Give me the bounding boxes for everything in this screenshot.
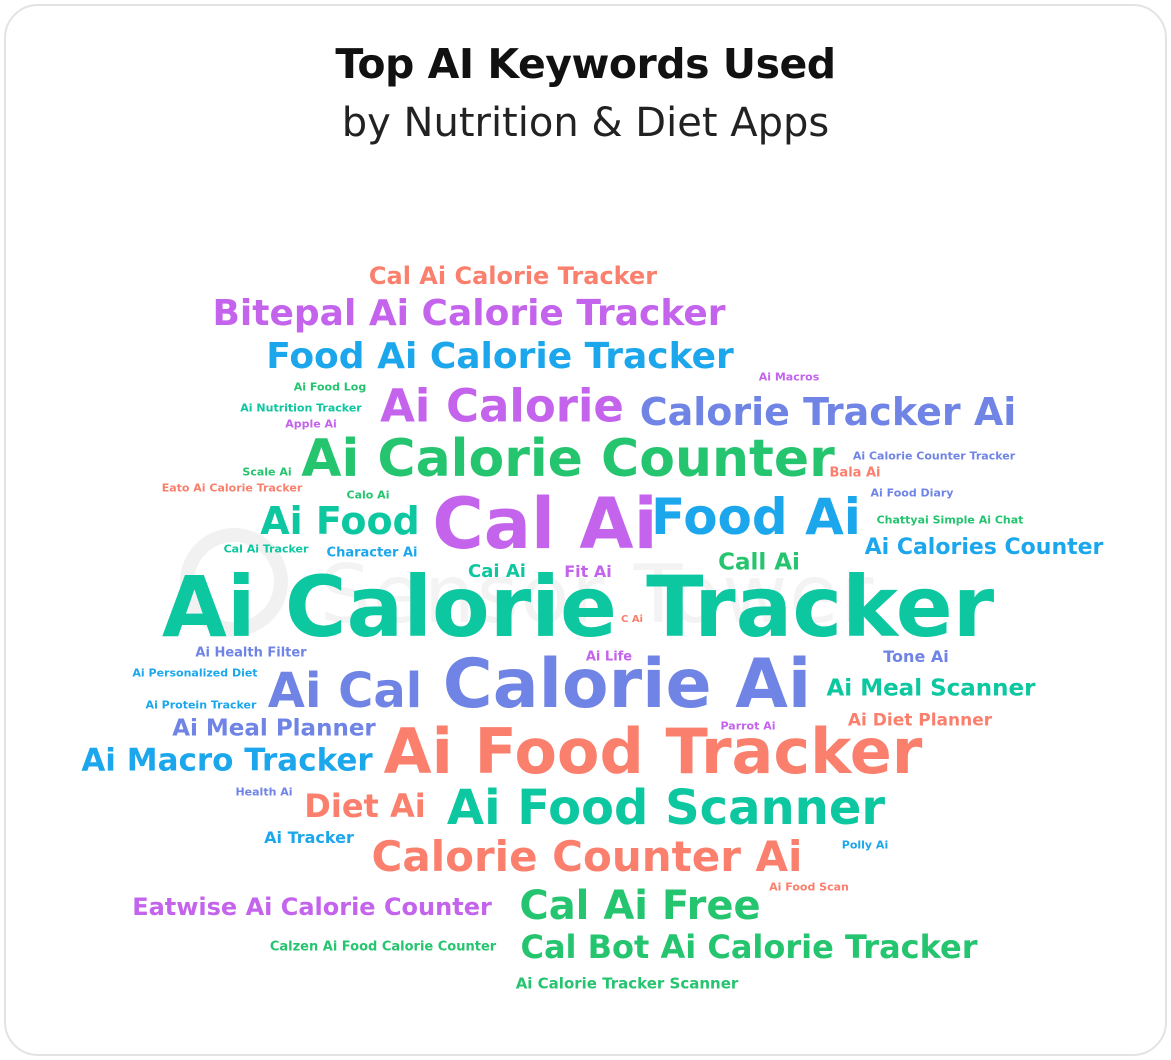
keyword-cal-bot-ai-calorie-tracker: Cal Bot Ai Calorie Tracker bbox=[520, 928, 978, 966]
keyword-ai-meal-planner: Ai Meal Planner bbox=[172, 715, 376, 742]
keyword-ai-calorie: Ai Calorie bbox=[380, 379, 624, 433]
keyword-ai-macros: Ai Macros bbox=[758, 370, 820, 384]
keyword-ai-personalized-diet: Ai Personalized Diet bbox=[132, 666, 258, 680]
keyword-calorie-counter-ai: Calorie Counter Ai bbox=[371, 832, 803, 881]
keyword-eato-ai-calorie-tracker: Eato Ai Calorie Tracker bbox=[161, 481, 303, 495]
keyword-cal-ai-calorie-tracker: Cal Ai Calorie Tracker bbox=[368, 262, 658, 290]
keyword-ai-cal: Ai Cal bbox=[267, 663, 423, 719]
keyword-tone-ai: Tone Ai bbox=[883, 647, 949, 666]
keyword-bala-ai: Bala Ai bbox=[829, 465, 881, 481]
keyword-ai-calories-counter: Ai Calories Counter bbox=[864, 535, 1104, 560]
keyword-chattyai-simple-ai-chat: Chattyai Simple Ai Chat bbox=[876, 513, 1024, 527]
keyword-ai-nutrition-tracker: Ai Nutrition Tracker bbox=[240, 401, 362, 415]
keyword-ai-macro-tracker: Ai Macro Tracker bbox=[81, 742, 373, 779]
keyword-c-ai: C Ai bbox=[621, 614, 643, 625]
keyword-food-ai: Food Ai bbox=[651, 488, 861, 546]
keyword-ai-calorie-counter: Ai Calorie Counter bbox=[301, 429, 835, 489]
keyword-calorie-tracker-ai: Calorie Tracker Ai bbox=[639, 390, 1017, 434]
keyword-calorie-ai: Calorie Ai bbox=[442, 645, 812, 724]
keyword-ai-protein-tracker: Ai Protein Tracker bbox=[145, 698, 257, 712]
keyword-cal-ai-free: Cal Ai Free bbox=[519, 883, 761, 929]
keyword-ai-calorie-counter-tracker: Ai Calorie Counter Tracker bbox=[852, 449, 1016, 463]
keyword-ai-food-scan: Ai Food Scan bbox=[769, 880, 849, 894]
keyword-health-ai: Health Ai bbox=[235, 785, 293, 799]
keyword-calzen-ai-food-calorie-counter: Calzen Ai Food Calorie Counter bbox=[269, 939, 497, 955]
keyword-diet-ai: Diet Ai bbox=[304, 787, 426, 825]
keyword-ai-food-tracker: Ai Food Tracker bbox=[383, 715, 923, 788]
keyword-eatwise-ai-calorie-counter: Eatwise Ai Calorie Counter bbox=[132, 893, 492, 921]
keyword-ai-food-scanner: Ai Food Scanner bbox=[446, 780, 886, 836]
keyword-polly-ai: Polly Ai bbox=[841, 838, 889, 852]
keyword-cal-ai: Cal Ai bbox=[432, 483, 658, 565]
keyword-ai-food: Ai Food bbox=[260, 499, 420, 543]
keyword-food-ai-calorie-tracker: Food Ai Calorie Tracker bbox=[266, 336, 734, 377]
keyword-ai-meal-scanner: Ai Meal Scanner bbox=[826, 675, 1036, 702]
keyword-ai-tracker: Ai Tracker bbox=[264, 828, 354, 847]
keyword-ai-calorie-tracker-scanner: Ai Calorie Tracker Scanner bbox=[515, 974, 739, 993]
keyword-ai-food-diary: Ai Food Diary bbox=[870, 486, 954, 500]
keyword-ai-calorie-tracker: Ai Calorie Tracker bbox=[161, 558, 995, 656]
keyword-bitepal-ai-calorie-tracker: Bitepal Ai Calorie Tracker bbox=[212, 293, 726, 334]
keyword-ai-health-filter: Ai Health Filter bbox=[195, 645, 307, 661]
keyword-scale-ai: Scale Ai bbox=[242, 465, 292, 479]
keyword-apple-ai: Apple Ai bbox=[285, 417, 337, 431]
keyword-cal-ai-tracker: Cal Ai Tracker bbox=[223, 542, 309, 556]
keyword-cloud: Cal Ai Calorie Tracker Bitepal Ai Calorie… bbox=[0, 0, 1171, 1060]
keyword-ai-food-log: Ai Food Log bbox=[293, 380, 367, 394]
